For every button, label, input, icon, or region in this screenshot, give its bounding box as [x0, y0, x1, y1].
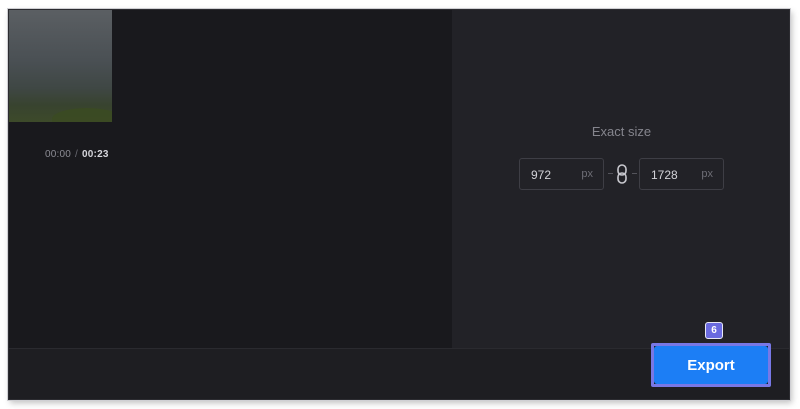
width-value[interactable]: 972 — [531, 168, 551, 182]
video-preview-pane: 00:00/00:23 — [9, 10, 452, 348]
export-button[interactable]: Export — [654, 346, 768, 384]
playback-time: 00:00/00:23 — [45, 149, 109, 160]
step-badge: 6 — [705, 322, 723, 339]
divider-dash — [608, 173, 613, 174]
current-time: 00:00 — [45, 149, 72, 160]
height-unit: px — [701, 168, 713, 180]
width-field[interactable]: 972 px — [519, 158, 604, 190]
video-thumbnail[interactable] — [9, 10, 112, 122]
chain-link-icon[interactable] — [615, 164, 629, 184]
resize-settings-pane: Exact size 972 px 1728 px — [452, 10, 789, 348]
divider-dash — [632, 173, 637, 174]
exact-size-title: Exact size — [591, 124, 652, 139]
editor-window: 00:00/00:23 Exact size 972 px 1728 px — [8, 9, 790, 400]
height-value[interactable]: 1728 — [651, 168, 678, 182]
width-unit: px — [581, 168, 593, 180]
height-field[interactable]: 1728 px — [639, 158, 724, 190]
time-separator: / — [75, 149, 79, 160]
thumbnail-landscape — [52, 108, 112, 122]
total-duration: 00:23 — [82, 149, 109, 160]
dimension-inputs: 972 px 1728 px — [519, 158, 729, 192]
